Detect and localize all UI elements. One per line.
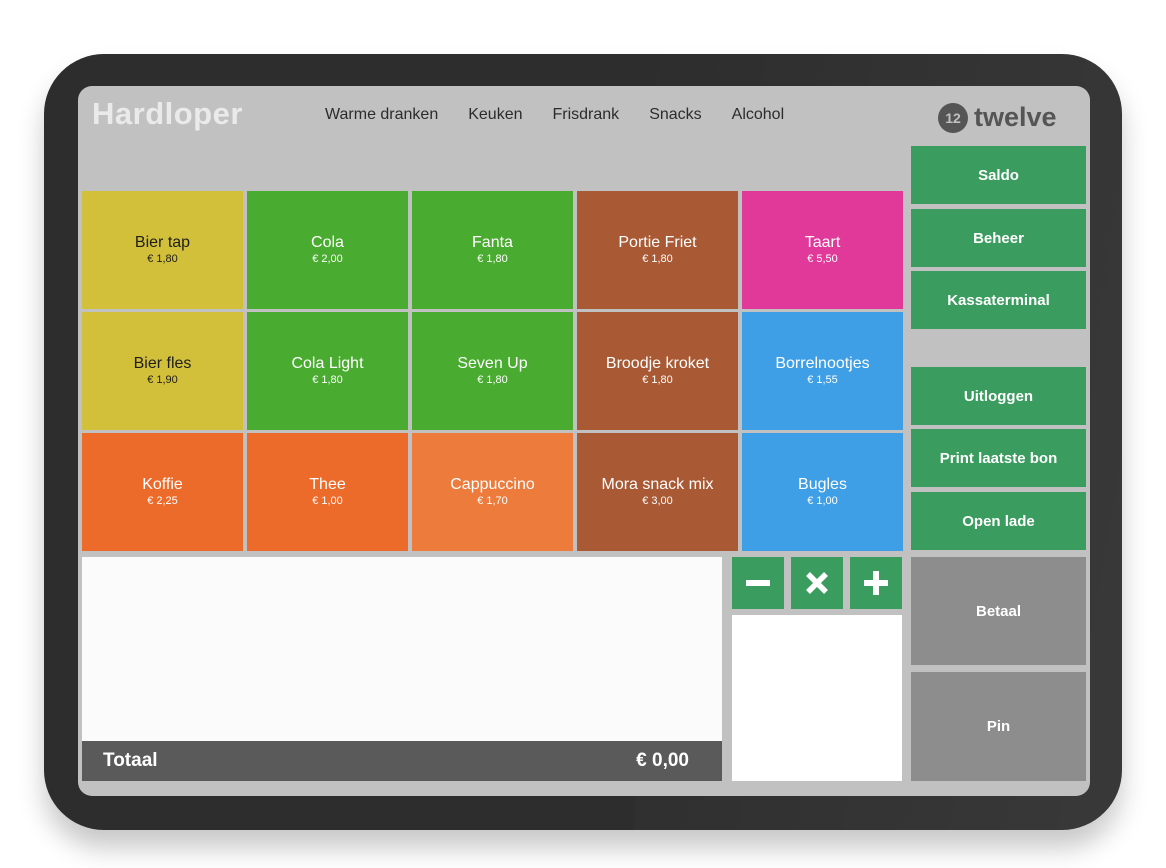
product-price: € 1,55 — [807, 374, 838, 386]
nav-warme-dranken[interactable]: Warme dranken — [325, 106, 438, 124]
product-tile-bier-tap[interactable]: Bier tap € 1,80 — [82, 191, 243, 309]
pos-screen: Hardloper Warme dranken Keuken Frisdrank… — [78, 86, 1090, 796]
product-price: € 1,80 — [477, 374, 508, 386]
product-tile-thee[interactable]: Thee € 1,00 — [247, 433, 408, 551]
product-price: € 3,00 — [642, 495, 673, 507]
product-tile-koffie[interactable]: Koffie € 2,25 — [82, 433, 243, 551]
product-price: € 2,00 — [312, 253, 343, 265]
minus-button[interactable] — [732, 557, 784, 609]
plus-button[interactable] — [850, 557, 902, 609]
product-price: € 1,80 — [642, 253, 673, 265]
product-price: € 1,00 — [312, 495, 343, 507]
category-nav: Warme dranken Keuken Frisdrank Snacks Al… — [325, 106, 814, 124]
product-price: € 1,80 — [147, 253, 178, 265]
twelve-logo: 12 twelve — [938, 102, 1057, 133]
product-tile-fanta[interactable]: Fanta € 1,80 — [412, 191, 573, 309]
product-name: Cola — [311, 234, 344, 251]
product-tile-bier-fles[interactable]: Bier fles € 1,90 — [82, 312, 243, 430]
product-price: € 1,90 — [147, 374, 178, 386]
product-name: Portie Friet — [618, 234, 697, 251]
product-name: Cappuccino — [450, 476, 535, 493]
open-lade-button[interactable]: Open lade — [911, 492, 1086, 550]
product-price: € 1,80 — [312, 374, 343, 386]
product-tile-bugles[interactable]: Bugles € 1,00 — [742, 433, 903, 551]
twelve-logo-icon: 12 — [938, 102, 968, 133]
total-label: Totaal — [103, 750, 158, 771]
product-name: Cola Light — [291, 355, 364, 372]
saldo-button[interactable]: Saldo — [911, 146, 1086, 204]
product-name: Borrelnootjes — [775, 355, 870, 372]
product-name: Broodje kroket — [605, 355, 710, 372]
kassaterminal-button[interactable]: Kassaterminal — [911, 271, 1086, 329]
betaal-button[interactable]: Betaal — [911, 557, 1086, 665]
product-name: Mora snack mix — [601, 476, 714, 493]
minus-icon — [746, 580, 770, 586]
product-tile-mora-snack-mix[interactable]: Mora snack mix € 3,00 — [577, 433, 738, 551]
nav-frisdrank[interactable]: Frisdrank — [553, 106, 620, 124]
beheer-button[interactable]: Beheer — [911, 209, 1086, 267]
nav-keuken[interactable]: Keuken — [468, 106, 522, 124]
nav-snacks[interactable]: Snacks — [649, 106, 701, 124]
product-tile-borrelnootjes[interactable]: Borrelnootjes € 1,55 — [742, 312, 903, 430]
product-name: Fanta — [472, 234, 513, 251]
product-name: Bier fles — [133, 355, 192, 372]
product-price: € 1,80 — [642, 374, 673, 386]
product-name: Bier tap — [134, 234, 191, 251]
product-price: € 1,00 — [807, 495, 838, 507]
multiply-button[interactable] — [791, 557, 843, 609]
plus-icon — [864, 571, 888, 595]
order-total-bar: Totaal € 0,00 — [82, 741, 722, 781]
multiply-icon — [806, 572, 828, 594]
product-name: Seven Up — [457, 355, 528, 372]
product-name: Koffie — [142, 476, 183, 493]
product-name: Bugles — [798, 476, 847, 493]
product-tile-cola-light[interactable]: Cola Light € 1,80 — [247, 312, 408, 430]
product-price: € 2,25 — [147, 495, 178, 507]
product-tile-broodje-kroket[interactable]: Broodje kroket € 1,80 — [577, 312, 738, 430]
app-title: Hardloper — [92, 96, 243, 131]
order-list[interactable] — [82, 557, 722, 741]
product-tile-cappuccino[interactable]: Cappuccino € 1,70 — [412, 433, 573, 551]
product-tile-taart[interactable]: Taart € 5,50 — [742, 191, 903, 309]
nav-alcohol[interactable]: Alcohol — [732, 106, 784, 124]
quantity-display — [732, 615, 902, 781]
uitloggen-button[interactable]: Uitloggen — [911, 367, 1086, 425]
product-name: Taart — [804, 234, 841, 251]
product-price: € 1,70 — [477, 495, 508, 507]
total-value: € 0,00 — [636, 750, 689, 771]
product-tile-seven-up[interactable]: Seven Up € 1,80 — [412, 312, 573, 430]
product-tile-cola[interactable]: Cola € 2,00 — [247, 191, 408, 309]
product-name: Thee — [309, 476, 346, 493]
product-tile-portie-friet[interactable]: Portie Friet € 1,80 — [577, 191, 738, 309]
pin-button[interactable]: Pin — [911, 672, 1086, 781]
logo-text: twelve — [974, 102, 1057, 132]
print-laatste-bon-button[interactable]: Print laatste bon — [911, 429, 1086, 487]
product-price: € 1,80 — [477, 253, 508, 265]
product-grid: Bier tap € 1,80 Cola € 2,00 Fanta € 1,80… — [82, 191, 905, 551]
product-price: € 5,50 — [807, 253, 838, 265]
